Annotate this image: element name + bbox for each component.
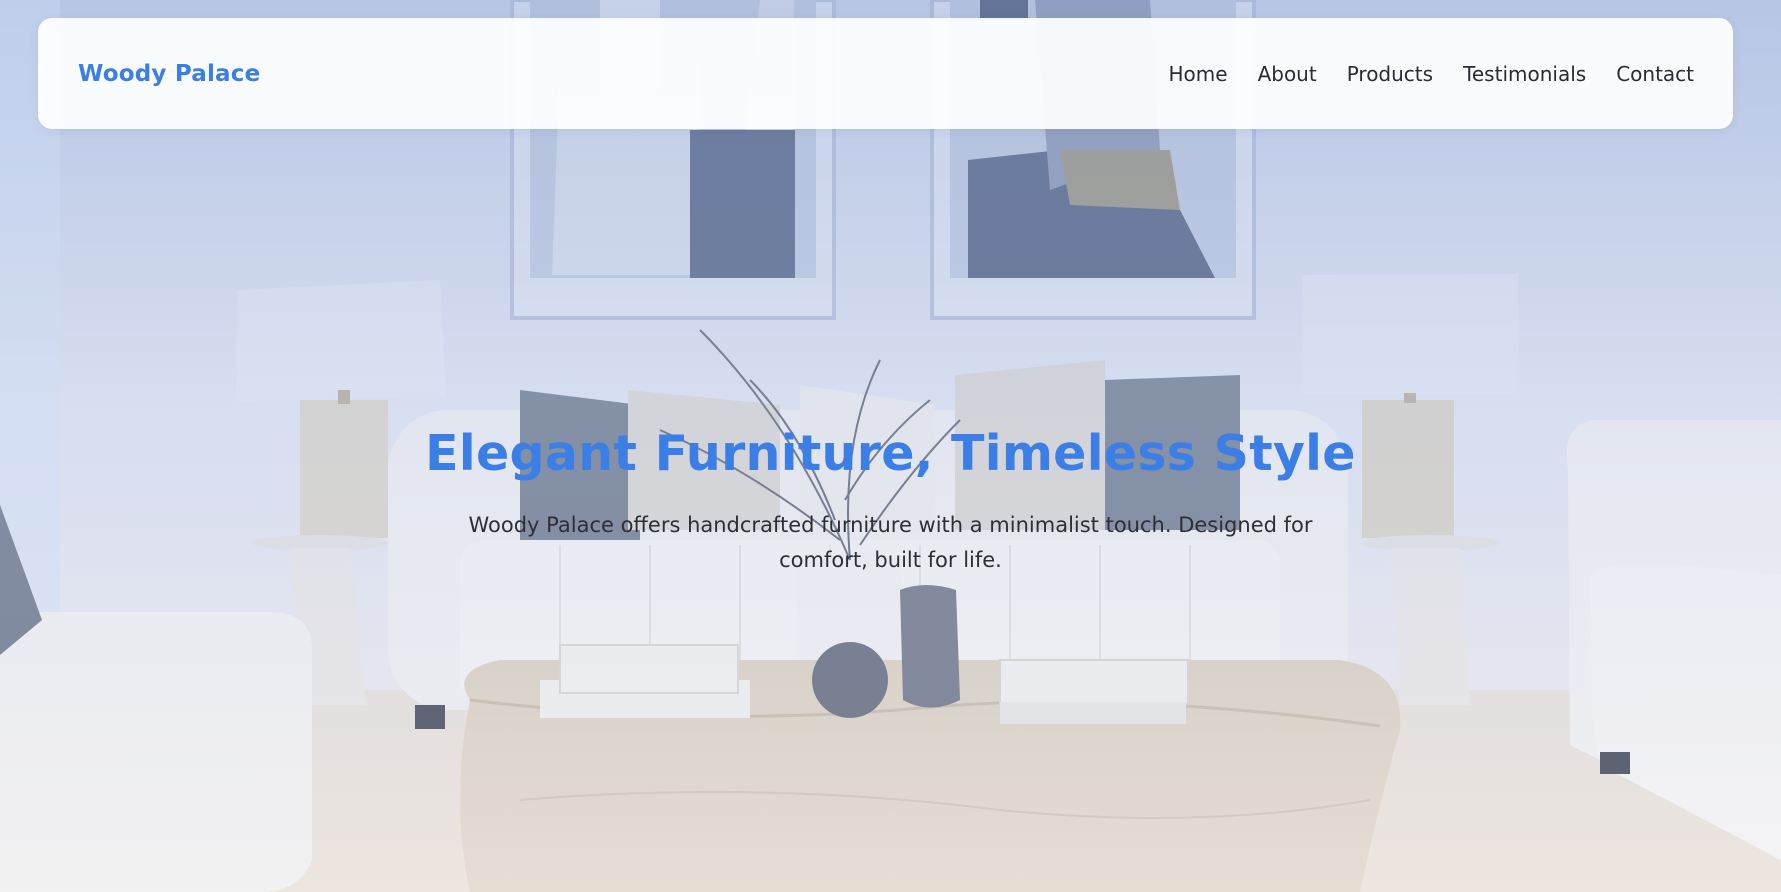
nav-link-contact[interactable]: Contact: [1616, 62, 1694, 86]
top-navbar: Woody Palace Home About Products Testimo…: [38, 18, 1733, 129]
hero-content: Elegant Furniture, Timeless Style Woody …: [0, 420, 1781, 578]
nav-links: Home About Products Testimonials Contact: [1169, 62, 1695, 86]
nav-item-products: Products: [1347, 62, 1433, 86]
brand-logo-link[interactable]: Woody Palace: [78, 61, 260, 87]
nav-link-testimonials[interactable]: Testimonials: [1463, 62, 1586, 86]
nav-link-home[interactable]: Home: [1169, 62, 1228, 86]
nav-item-contact: Contact: [1616, 62, 1694, 86]
hero-section: Woody Palace Home About Products Testimo…: [0, 0, 1781, 892]
hero-subtitle: Woody Palace offers handcrafted furnitur…: [468, 513, 1313, 572]
nav-link-about[interactable]: About: [1258, 62, 1317, 86]
hero-title: Elegant Furniture, Timeless Style: [425, 425, 1356, 482]
nav-item-about: About: [1258, 62, 1317, 86]
nav-item-home: Home: [1169, 62, 1228, 86]
nav-link-products[interactable]: Products: [1347, 62, 1433, 86]
nav-item-testimonials: Testimonials: [1463, 62, 1586, 86]
